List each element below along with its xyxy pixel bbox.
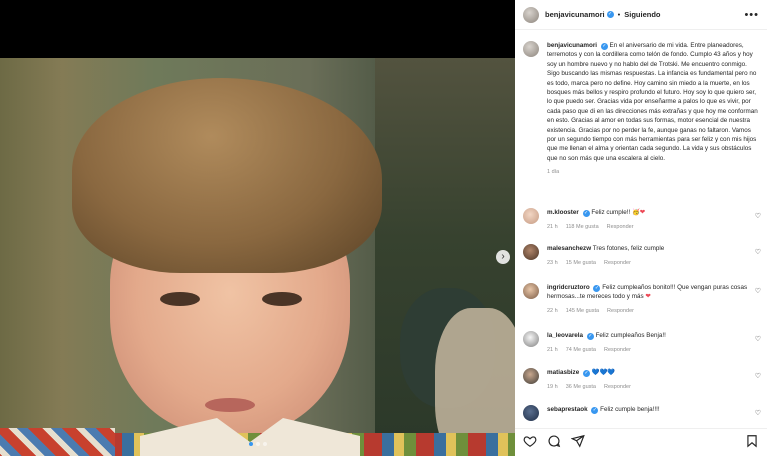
comment-username[interactable]: malesanchezw xyxy=(547,245,591,252)
like-comment-heart-icon[interactable]: ♡ xyxy=(755,409,761,417)
like-comment-heart-icon[interactable]: ♡ xyxy=(755,287,761,295)
comment-time: 21 h xyxy=(547,347,558,353)
comment-text: Tres fotones, feliz cumple xyxy=(592,245,665,252)
comment-likes[interactable]: 36 Me gusta xyxy=(566,383,596,392)
like-comment-heart-icon[interactable]: ♡ xyxy=(755,248,761,256)
avatar[interactable] xyxy=(523,244,539,260)
comment-bubble-icon[interactable] xyxy=(547,434,561,448)
comment-body: m.klooster ✓ Feliz cumple!! 🥳❤ 21 h 118 … xyxy=(547,208,759,232)
comment-meta: 19 h 36 Me gusta Responder xyxy=(547,383,759,392)
author-username[interactable]: benjavicunamori xyxy=(545,10,605,19)
avatar[interactable] xyxy=(523,368,539,384)
heart-outline-icon[interactable] xyxy=(523,434,537,448)
comment-username[interactable]: m.klooster xyxy=(547,209,579,216)
comment-username[interactable]: matiasbize xyxy=(547,369,579,376)
like-comment-heart-icon[interactable]: ♡ xyxy=(755,335,761,343)
post-header: benjavicunamori ✓ • Siguiendo ••• xyxy=(515,0,767,30)
reply-button[interactable]: Responder xyxy=(604,259,631,268)
comment-body: sebaprestaok ✓ Feliz cumple benja!!!! xyxy=(547,405,759,421)
comment-item: la_leovarela ✓ Feliz cumpleaños Benja!! … xyxy=(515,331,767,355)
comment-meta: 21 h 74 Me gusta Responder xyxy=(547,346,759,355)
post-caption: benjavicunamori ✓ En el aniversario de m… xyxy=(515,31,767,178)
post-photo[interactable] xyxy=(0,58,515,456)
comment-likes[interactable]: 145 Me gusta xyxy=(566,307,599,316)
next-slide-button[interactable]: › xyxy=(496,250,510,264)
following-button[interactable]: Siguiendo xyxy=(624,10,660,19)
like-comment-heart-icon[interactable]: ♡ xyxy=(755,212,761,220)
comment-time: 19 h xyxy=(547,384,558,390)
comment-body: ingridcruztoro ✓ Feliz cumpleaños bonito… xyxy=(547,283,759,316)
comment-username[interactable]: sebaprestaok xyxy=(547,406,588,413)
reply-button[interactable]: Responder xyxy=(604,346,631,355)
post-panel: benjavicunamori ✓ • Siguiendo ••• benjav… xyxy=(515,0,767,456)
avatar[interactable] xyxy=(523,208,539,224)
comment-likes[interactable]: 74 Me gusta xyxy=(566,346,596,355)
photo-hair xyxy=(72,78,382,273)
verified-badge-icon: ✓ xyxy=(606,11,614,18)
comments-scroll-area[interactable]: benjavicunamori ✓ En el aniversario de m… xyxy=(515,31,767,423)
verified-badge-icon: ✓ xyxy=(586,333,594,340)
comment-text: 💙💙💙 xyxy=(591,369,616,376)
comment-text: Feliz cumple!! 🥳❤ xyxy=(591,209,646,216)
paper-plane-icon[interactable] xyxy=(571,434,585,448)
caption-username[interactable]: benjavicunamori xyxy=(547,42,597,49)
post-actions-bar xyxy=(515,428,767,452)
comment-time: 22 h xyxy=(547,308,558,314)
comment-body: malesanchezw Tres fotones, feliz cumple … xyxy=(547,244,759,268)
carousel-indicator xyxy=(249,442,267,446)
comment-item: ingridcruztoro ✓ Feliz cumpleaños bonito… xyxy=(515,283,767,316)
comment-time: 21 h xyxy=(547,224,558,230)
comment-item: sebaprestaok ✓ Feliz cumple benja!!!! ♡ xyxy=(515,405,767,421)
photo-mouth xyxy=(205,398,255,412)
caption-text: En el aniversario de mi vida. Entre plan… xyxy=(547,42,758,162)
verified-badge-icon: ✓ xyxy=(600,43,608,50)
carousel-dot xyxy=(256,442,260,446)
comment-body: matiasbize ✓ 💙💙💙 19 h 36 Me gusta Respon… xyxy=(547,368,759,392)
verified-badge-icon: ✓ xyxy=(593,285,601,292)
comment-text: Feliz cumpleaños Benja!! xyxy=(595,332,666,339)
avatar[interactable] xyxy=(523,405,539,421)
verified-badge-icon: ✓ xyxy=(591,407,599,414)
caption-body: benjavicunamori ✓ En el aniversario de m… xyxy=(547,41,759,178)
comment-likes[interactable]: 118 Me gusta xyxy=(566,223,599,232)
comment-meta: 23 h 15 Me gusta Responder xyxy=(547,259,759,268)
reply-button[interactable]: Responder xyxy=(607,307,634,316)
carousel-dot xyxy=(249,442,253,446)
photo-eye xyxy=(262,292,302,306)
comment-meta: 21 h 118 Me gusta Responder xyxy=(547,223,759,232)
photo-sweater xyxy=(0,428,115,456)
photo-eye xyxy=(160,292,200,306)
comment-text: Feliz cumple benja!!!! xyxy=(600,406,660,413)
comment-body: la_leovarela ✓ Feliz cumpleaños Benja!! … xyxy=(547,331,759,355)
bookmark-icon[interactable] xyxy=(745,434,759,448)
post-media: › xyxy=(0,0,515,456)
carousel-dot xyxy=(263,442,267,446)
like-comment-heart-icon[interactable]: ♡ xyxy=(755,372,761,380)
comment-meta: 22 h 145 Me gusta Responder xyxy=(547,307,759,316)
comment-time: 23 h xyxy=(547,260,558,266)
comment-item: malesanchezw Tres fotones, feliz cumple … xyxy=(515,244,767,268)
verified-badge-icon: ✓ xyxy=(582,370,590,377)
comment-item: m.klooster ✓ Feliz cumple!! 🥳❤ 21 h 118 … xyxy=(515,208,767,232)
verified-badge-icon: ✓ xyxy=(582,210,590,217)
avatar[interactable] xyxy=(523,6,539,23)
more-options-icon[interactable]: ••• xyxy=(744,9,759,21)
comment-username[interactable]: ingridcruztoro xyxy=(547,284,590,291)
reply-button[interactable]: Responder xyxy=(607,223,634,232)
avatar[interactable] xyxy=(523,41,539,57)
post-time: 1 día xyxy=(547,169,560,176)
reply-button[interactable]: Responder xyxy=(604,383,631,392)
comment-item: matiasbize ✓ 💙💙💙 19 h 36 Me gusta Respon… xyxy=(515,368,767,392)
comment-likes[interactable]: 15 Me gusta xyxy=(566,259,596,268)
separator-dot: • xyxy=(617,10,621,19)
avatar[interactable] xyxy=(523,283,539,299)
avatar[interactable] xyxy=(523,331,539,347)
comment-username[interactable]: la_leovarela xyxy=(547,332,583,339)
